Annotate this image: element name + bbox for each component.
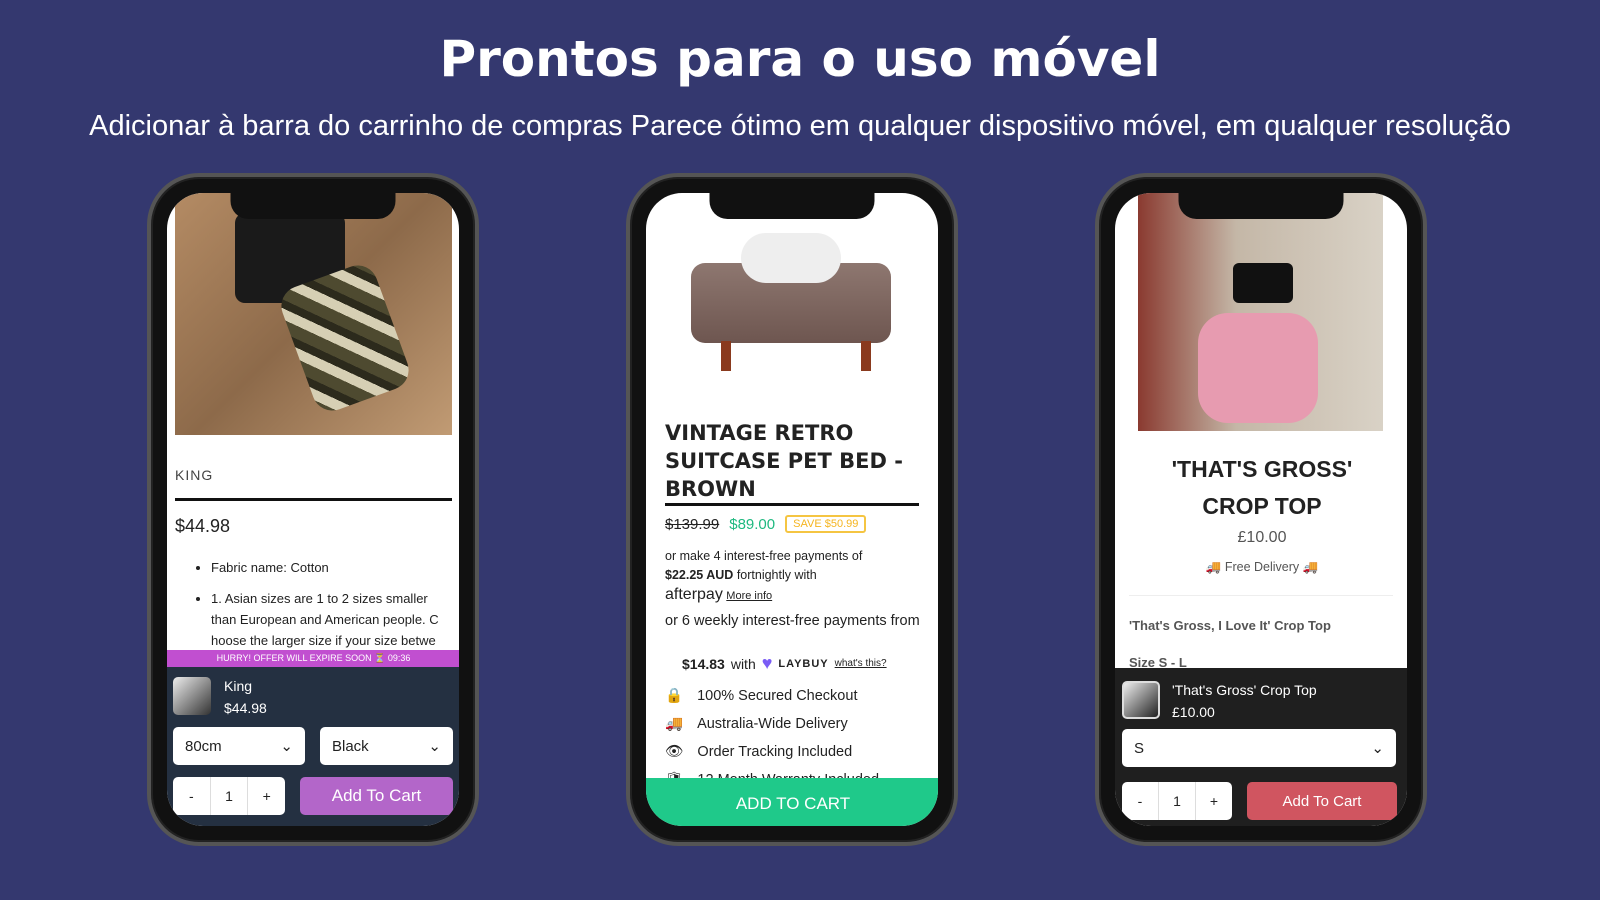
product-title: 'THAT'S GROSS' CROP TOP bbox=[1171, 456, 1353, 519]
feature-item: Australia-Wide Delivery bbox=[697, 715, 848, 732]
cart-product-price: £10.00 bbox=[1172, 704, 1215, 720]
phone-notch bbox=[230, 193, 396, 219]
laybuy-with: with bbox=[730, 655, 756, 672]
truck-icon: 🚚 bbox=[665, 716, 684, 732]
product-image bbox=[175, 193, 452, 435]
color-value: Black bbox=[332, 737, 369, 755]
decrement-button[interactable]: - bbox=[1122, 782, 1159, 820]
afterpay-suffix: fortnightly with bbox=[736, 568, 817, 582]
product-brand: KING bbox=[175, 467, 214, 483]
product-title: VINTAGE RETRO SUITCASE PET BED - BROWN bbox=[665, 421, 903, 501]
phone-mockup-2: VINTAGE RETRO SUITCASE PET BED - BROWN $… bbox=[626, 173, 958, 846]
afterpay-logo: afterpay bbox=[665, 586, 723, 603]
quantity-input[interactable]: 1 bbox=[1159, 782, 1196, 820]
add-to-cart-button[interactable]: Add To Cart bbox=[1247, 782, 1397, 820]
size-select[interactable]: 80cm ⌄ bbox=[173, 727, 305, 765]
afterpay-text: or make 4 interest-free payments of bbox=[665, 549, 863, 563]
truck-icon: 🚚 bbox=[1302, 560, 1319, 574]
product-image bbox=[691, 233, 891, 373]
chevron-down-icon: ⌄ bbox=[1371, 740, 1384, 757]
add-to-cart-button[interactable]: ADD TO CART bbox=[646, 778, 938, 826]
compare-price: $139.99 bbox=[665, 515, 720, 533]
cart-product-price: $44.98 bbox=[224, 700, 267, 716]
sticky-cart-bar: 'That's Gross' Crop Top £10.00 S ⌄ -1 + Ad… bbox=[1115, 668, 1407, 826]
bullet: 1. Asian sizes are 1 to 2 sizes smaller … bbox=[211, 591, 439, 627]
color-select[interactable]: Black ⌄ bbox=[320, 727, 453, 765]
decrement-button[interactable]: - bbox=[173, 777, 211, 815]
sale-price: $89.00 bbox=[729, 515, 776, 533]
phone-notch bbox=[1178, 193, 1344, 219]
cart-product-name: King bbox=[224, 678, 253, 694]
sticky-cart-bar: King $44.98 80cm ⌄ Black ⌄ -1 + Add To Cart bbox=[167, 667, 459, 826]
product-price: £10.00 bbox=[1237, 529, 1287, 546]
bullet: Fabric name: Cotton bbox=[211, 560, 329, 575]
offer-banner: HURRY! OFFER WILL EXPIRE SOON ⏳ 09:36 bbox=[167, 650, 459, 667]
laybuy-heart-icon: ♥ bbox=[761, 653, 773, 673]
laybuy-logo: LAYBUY bbox=[778, 657, 829, 670]
feature-item: 100% Secured Checkout bbox=[697, 687, 858, 704]
size-value: S bbox=[1134, 739, 1145, 757]
size-value: 80cm bbox=[185, 737, 222, 755]
product-image bbox=[1138, 193, 1383, 431]
free-delivery-text: Free Delivery bbox=[1224, 560, 1300, 574]
afterpay-amount: $22.25 AUD bbox=[665, 568, 734, 582]
phone-mockup-1: KING $44.98 Fabric name: Cotton 1. Asian… bbox=[147, 173, 479, 846]
page-title: Prontos para o uso móvel bbox=[439, 30, 1161, 88]
product-description: 'That's Gross, I Love It' Crop Top bbox=[1129, 618, 1331, 633]
phone-notch bbox=[709, 193, 875, 219]
quantity-stepper[interactable]: -1 + bbox=[1122, 782, 1232, 820]
cart-thumbnail bbox=[173, 677, 211, 715]
laybuy-amount: $14.83 bbox=[682, 655, 725, 672]
quantity-input[interactable]: 1 bbox=[211, 777, 249, 815]
lock-icon: 🔒 bbox=[665, 688, 684, 704]
feature-item: Order Tracking Included bbox=[697, 743, 853, 760]
save-badge: SAVE $50.99 bbox=[785, 515, 867, 533]
whats-this-link[interactable]: what's this? bbox=[835, 658, 887, 669]
quantity-stepper[interactable]: -1 + bbox=[173, 777, 285, 815]
increment-button[interactable]: + bbox=[1196, 782, 1232, 820]
more-info-link[interactable]: More info bbox=[726, 590, 772, 602]
size-select[interactable]: S ⌄ bbox=[1122, 729, 1396, 767]
laybuy-text: or 6 weekly interest-free payments from bbox=[665, 613, 920, 629]
divider bbox=[175, 498, 452, 501]
page-subtitle: Adicionar à barra do carrinho de compras… bbox=[89, 110, 1511, 142]
increment-button[interactable]: + bbox=[248, 777, 285, 815]
cart-thumbnail bbox=[1122, 681, 1160, 719]
divider bbox=[665, 503, 919, 506]
chevron-down-icon: ⌄ bbox=[280, 738, 293, 755]
product-price: $44.98 bbox=[175, 516, 231, 536]
eye-icon: 👁 bbox=[665, 744, 684, 760]
add-to-cart-button[interactable]: Add To Cart bbox=[300, 777, 453, 815]
cart-product-name: 'That's Gross' Crop Top bbox=[1172, 682, 1317, 698]
phone-mockup-3: 'THAT'S GROSS' CROP TOP £10.00 🚚 Free De… bbox=[1095, 173, 1427, 846]
truck-icon: 🚚 bbox=[1205, 560, 1222, 574]
bullet-continuation: hoose the larger size if your size betwe bbox=[211, 633, 436, 648]
divider bbox=[1129, 595, 1393, 596]
chevron-down-icon: ⌄ bbox=[428, 738, 441, 755]
